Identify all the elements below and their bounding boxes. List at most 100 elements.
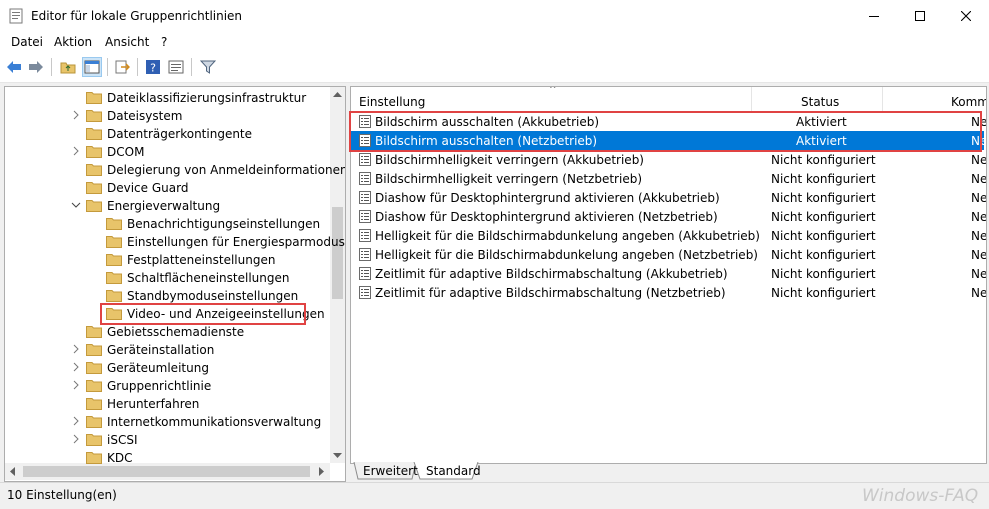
folder-icon (86, 452, 102, 464)
title-bar: Editor für lokale Gruppenrichtlinien (0, 0, 989, 32)
scroll-left-arrow-icon[interactable] (9, 467, 15, 476)
tree-item[interactable]: Datenträgerkontingente (5, 125, 335, 143)
tree-item[interactable]: KDC (5, 449, 335, 467)
minimize-icon (869, 16, 879, 17)
setting-comment: Ne (971, 134, 987, 148)
setting-comment: Ne (971, 210, 987, 224)
table-row[interactable]: Diashow für Desktophintergrund aktiviere… (351, 207, 987, 226)
policy-setting-icon (359, 267, 371, 280)
tree-item[interactable]: Gebietsschemadienste (5, 323, 335, 341)
settings-list[interactable]: ^ Einstellung Status Komm Bildschirm aus… (350, 86, 987, 464)
table-row[interactable]: Bildschirmhelligkeit verringern (Netzbet… (351, 169, 986, 188)
table-row[interactable]: Zeitlimit für adaptive Bildschirmabschal… (351, 283, 986, 302)
column-header-status[interactable]: Status (752, 87, 883, 111)
tree-item[interactable]: Delegierung von Anmeldeinformationen (5, 161, 345, 179)
setting-name: Bildschirm ausschalten (Netzbetrieb) (375, 134, 598, 148)
setting-status: Nicht konfiguriert (771, 286, 876, 300)
tree-item[interactable]: Dateisystem (5, 107, 335, 125)
tree-item[interactable]: Einstellungen für Energiesparmodus (5, 233, 345, 251)
console-tree[interactable]: Dateiklassifizierungsinfrastruktur Dateis… (4, 86, 346, 482)
filter-button[interactable] (198, 57, 218, 77)
folder-up-icon (60, 62, 76, 74)
up-folder-button[interactable] (58, 57, 78, 77)
tree-item-label: Gebietsschemadienste (107, 325, 245, 339)
menu-help[interactable]: ? (161, 35, 167, 49)
menu-aktion[interactable]: Aktion (54, 35, 92, 49)
tree-item[interactable]: Geräteumleitung (5, 359, 335, 377)
policy-setting-icon (359, 248, 371, 261)
tree-item[interactable]: DCOM (5, 143, 335, 161)
menu-ansicht[interactable]: Ansicht (105, 35, 149, 49)
tree-item[interactable]: Gruppenrichtlinie (5, 377, 335, 395)
table-row[interactable]: Zeitlimit für adaptive Bildschirmabschal… (351, 264, 986, 283)
forward-arrow-icon (29, 61, 43, 73)
menu-datei[interactable]: Datei (11, 35, 43, 49)
table-row[interactable]: Bildschirm ausschalten (Akkubetrieb) Akti… (351, 112, 987, 131)
minimize-button[interactable] (851, 0, 897, 32)
setting-comment: Ne (971, 248, 987, 262)
chevron-right-icon[interactable] (71, 344, 81, 354)
tree-item[interactable]: iSCSI (5, 431, 335, 449)
toolbar-separator (191, 58, 192, 76)
tree-item[interactable]: Schaltflächeneinstellungen (5, 269, 335, 287)
back-button[interactable] (4, 57, 24, 77)
chevron-right-icon[interactable] (71, 380, 81, 390)
table-row[interactable]: Helligkeit für die Bildschirmabdunkelung… (351, 245, 987, 264)
column-header-comment[interactable]: Komm (883, 87, 986, 111)
tree-horizontal-scrollbar-thumb[interactable] (23, 466, 310, 477)
column-header-setting[interactable]: Einstellung (351, 87, 752, 111)
tree-item[interactable]: Dateiklassifizierungsinfrastruktur (5, 89, 335, 107)
setting-name: Helligkeit für die Bildschirmabdunkelung… (375, 248, 758, 262)
setting-comment: Ne (971, 191, 987, 205)
chevron-right-icon[interactable] (71, 110, 81, 120)
close-button[interactable] (943, 0, 989, 32)
tree-item[interactable]: Geräteinstallation (5, 341, 335, 359)
tree-item[interactable]: Benachrichtigungseinstellungen (5, 215, 335, 233)
export-icon (115, 60, 130, 74)
setting-status: Nicht konfiguriert (771, 267, 876, 281)
toolbar-separator (137, 58, 138, 76)
tree-item-label: Schaltflächeneinstellungen (127, 271, 290, 285)
tree-item-label: Video- und Anzeigeeinstellungen (127, 307, 325, 321)
tree-item[interactable]: Herunterfahren (5, 395, 335, 413)
tree-item[interactable]: Video- und Anzeigeeinstellungen (5, 305, 335, 323)
chevron-down-icon[interactable] (71, 200, 81, 210)
tree-item[interactable]: Device Guard (5, 179, 335, 197)
tree-item[interactable]: Energieverwaltung (5, 197, 335, 215)
tree-item[interactable]: Standbymoduseinstellungen (5, 287, 335, 305)
show-hide-tree-button[interactable] (82, 57, 102, 77)
tree-item[interactable]: Festplatteneinstellungen (5, 251, 335, 269)
chevron-right-icon[interactable] (71, 146, 81, 156)
export-list-button[interactable] (112, 57, 132, 77)
folder-icon (86, 146, 102, 158)
policy-setting-icon (359, 286, 371, 299)
setting-comment: Ne (971, 229, 987, 243)
chevron-right-icon[interactable] (71, 416, 81, 426)
setting-name: Helligkeit für die Bildschirmabdunkelung… (375, 229, 760, 243)
folder-icon (86, 380, 102, 392)
tree-item-label: DCOM (107, 145, 145, 159)
help-button[interactable]: ? (143, 57, 163, 77)
tree-item-label: KDC (107, 451, 133, 465)
properties-button[interactable] (166, 57, 186, 77)
folder-icon (86, 128, 102, 140)
tree-item-label: iSCSI (107, 433, 138, 447)
maximize-button[interactable] (897, 0, 943, 32)
scroll-right-arrow-icon[interactable] (319, 467, 325, 476)
tab-standard[interactable]: Standard (426, 464, 481, 481)
forward-button[interactable] (26, 57, 46, 77)
tab-erweitert[interactable]: Erweitert (363, 464, 418, 481)
table-row[interactable]: Bildschirm ausschalten (Netzbetrieb) Akti… (351, 131, 987, 150)
table-row[interactable]: Diashow für Desktophintergrund aktiviere… (351, 188, 987, 207)
folder-icon (86, 434, 102, 446)
table-row[interactable]: Helligkeit für die Bildschirmabdunkelung… (351, 226, 987, 245)
tree-item[interactable]: Internetkommunikationsverwaltung (5, 413, 335, 431)
svg-text:?: ? (150, 62, 156, 75)
table-row[interactable]: Bildschirmhelligkeit verringern (Akkubet… (351, 150, 986, 169)
setting-status: Nicht konfiguriert (771, 191, 876, 205)
status-text: 10 Einstellung(en) (7, 488, 117, 502)
chevron-right-icon[interactable] (71, 362, 81, 372)
setting-comment: Ne (971, 115, 987, 129)
toolbar-separator (107, 58, 108, 76)
chevron-right-icon[interactable] (71, 434, 81, 444)
